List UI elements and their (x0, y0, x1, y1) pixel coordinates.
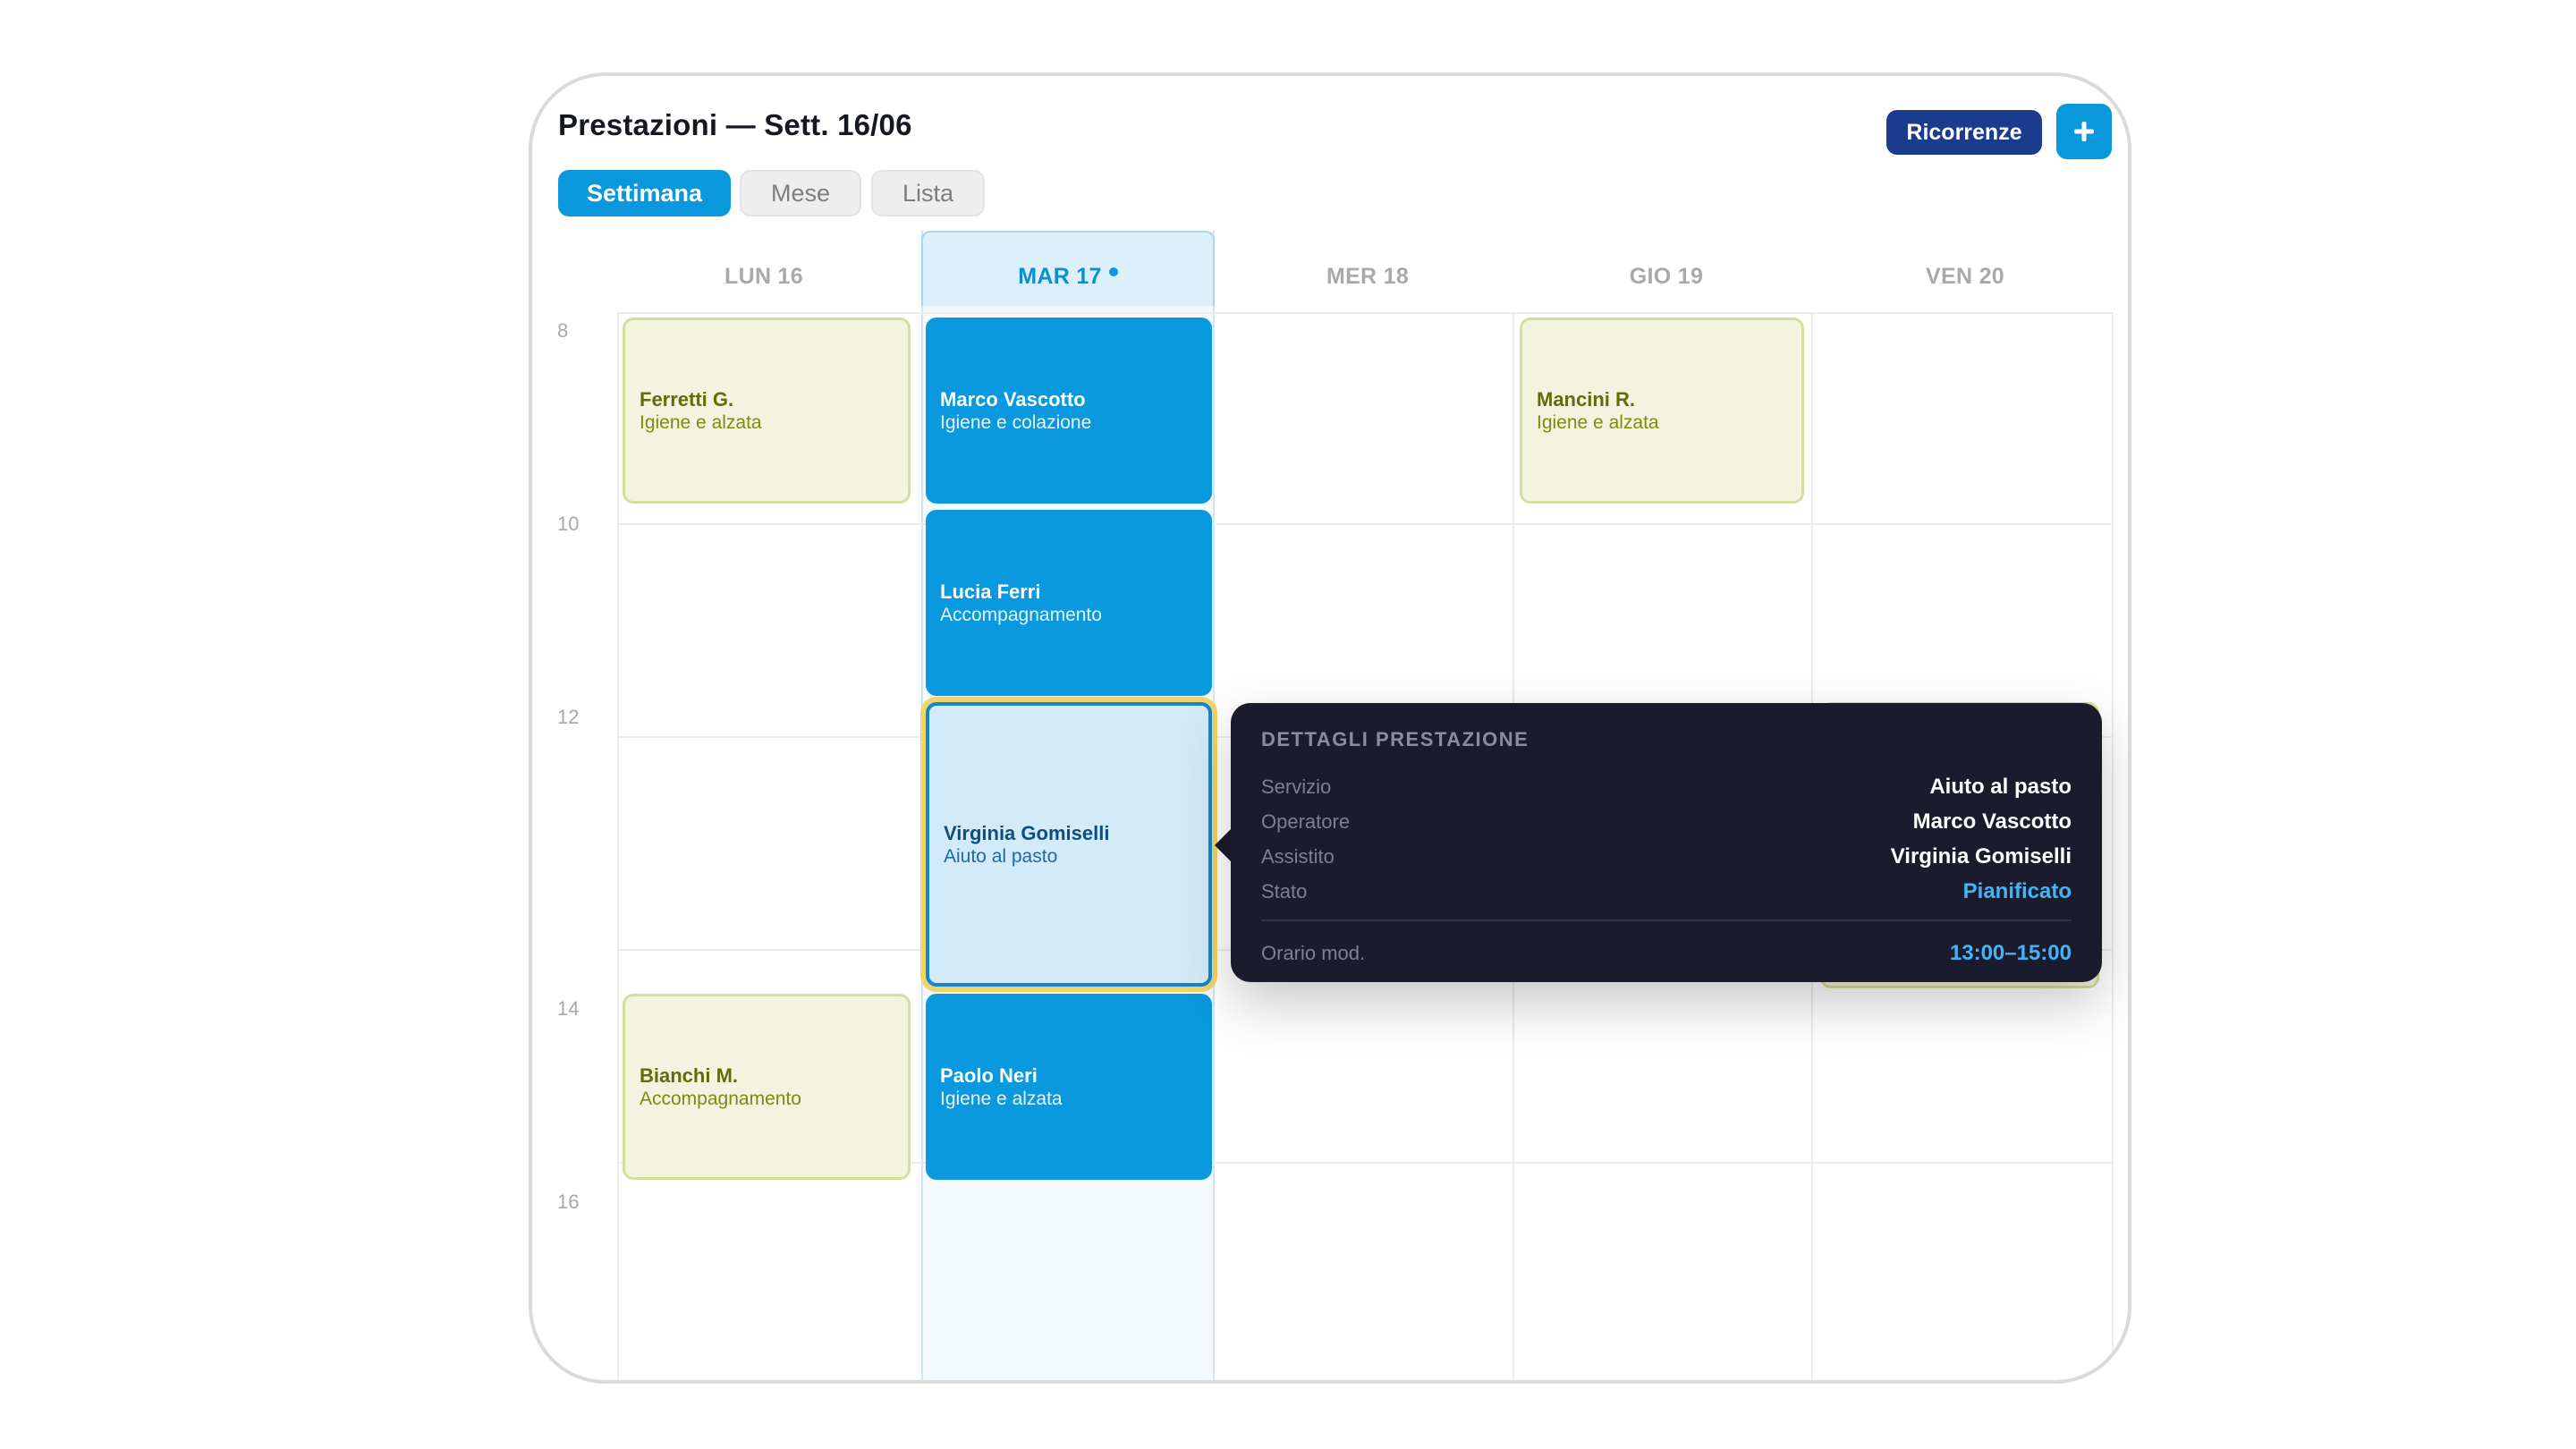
grid-line (617, 312, 619, 1380)
day-header-fri[interactable]: VEN 20 (1876, 264, 2055, 290)
grid-line (2112, 312, 2114, 1380)
event-service: Accompagnamento (640, 1088, 801, 1109)
hour-label: 16 (557, 1191, 580, 1213)
event-service: Aiuto al pasto (944, 845, 1058, 867)
hour-label: 12 (557, 706, 580, 728)
event-card[interactable]: Lucia Ferri Accompagnamento (926, 510, 1212, 696)
time-value: 13:00–15:00 (1949, 940, 2072, 965)
tablet-frame: Prestazioni — Sett. 16/06 Ricorrenze Set… (529, 72, 2131, 1384)
tooltip-key: Stato (1261, 879, 1308, 902)
hour-label: 14 (557, 997, 580, 1020)
grid-line (617, 523, 2113, 525)
hour-label: 10 (557, 513, 580, 535)
tooltip-value: Marco Vascotto (1912, 809, 2072, 834)
grid-line (617, 312, 2113, 314)
event-card[interactable]: Mancini R. Igiene e alzata (1520, 318, 1804, 504)
event-name: Lucia Ferri (940, 580, 1041, 603)
tooltip-key: Operatore (1261, 809, 1351, 833)
event-name: Virginia Gomiselli (944, 821, 1110, 844)
status-value: Pianificato (1962, 878, 2072, 903)
tab-mese[interactable]: Mese (740, 170, 861, 216)
recurrences-button[interactable]: Ricorrenze (1886, 110, 2042, 155)
plus-icon (2074, 122, 2094, 141)
event-card[interactable]: Paolo Neri Igiene e alzata (926, 994, 1212, 1180)
event-details-tooltip: DETTAGLI PRESTAZIONE Servizio Aiuto al p… (1231, 703, 2102, 982)
event-name: Ferretti G. (640, 387, 734, 411)
today-dot-icon (1108, 267, 1118, 276)
event-card[interactable]: Ferretti G. Igiene e alzata (623, 318, 911, 504)
event-service: Igiene e alzata (1537, 411, 1659, 433)
day-header-wed[interactable]: MER 18 (1278, 264, 1457, 290)
event-service: Accompagnamento (940, 604, 1102, 625)
tooltip-key: Servizio (1261, 775, 1332, 798)
day-header-tue[interactable]: MAR 17 (979, 264, 1157, 290)
event-name: Mancini R. (1537, 387, 1636, 411)
event-service: Igiene e alzata (940, 1088, 1063, 1109)
tooltip-value: Aiuto al pasto (1929, 774, 2072, 799)
tab-lista[interactable]: Lista (871, 170, 985, 216)
tooltip-row-time: Orario mod. 13:00–15:00 (1261, 936, 2072, 970)
event-service: Igiene e colazione (940, 411, 1092, 433)
tooltip-row-service: Servizio Aiuto al pasto (1261, 769, 2072, 804)
event-card-selected[interactable]: Virginia Gomiselli Aiuto al pasto (926, 702, 1212, 987)
add-button[interactable] (2056, 104, 2112, 159)
day-header-tue-label: MAR 17 (1018, 264, 1102, 289)
tooltip-row-operator: Operatore Marco Vascotto (1261, 804, 2072, 839)
tooltip-row-client: Assistito Virginia Gomiselli (1261, 839, 2072, 874)
tooltip-value: Virginia Gomiselli (1890, 843, 2072, 869)
event-name: Bianchi M. (640, 1063, 739, 1087)
tab-settimana[interactable]: Settimana (558, 170, 731, 216)
day-header-thu[interactable]: GIO 19 (1577, 264, 1756, 290)
event-card[interactable]: Bianchi M. Accompagnamento (623, 994, 911, 1180)
tooltip-arrow (1215, 827, 1233, 863)
tooltip-key: Orario mod. (1261, 941, 1366, 964)
event-name: Marco Vascotto (940, 387, 1086, 411)
tooltip-row-status: Stato Pianificato (1261, 874, 2072, 909)
page-title: Prestazioni — Sett. 16/06 (558, 108, 912, 141)
event-card[interactable]: Marco Vascotto Igiene e colazione (926, 318, 1212, 504)
event-service: Igiene e alzata (640, 411, 762, 433)
event-name: Paolo Neri (940, 1063, 1038, 1087)
tooltip-key: Assistito (1261, 844, 1335, 868)
tooltip-title: DETTAGLI PRESTAZIONE (1261, 728, 1530, 750)
hour-label: 8 (557, 319, 569, 342)
tooltip-divider (1261, 919, 2072, 921)
day-header-mon[interactable]: LUN 16 (674, 264, 853, 290)
